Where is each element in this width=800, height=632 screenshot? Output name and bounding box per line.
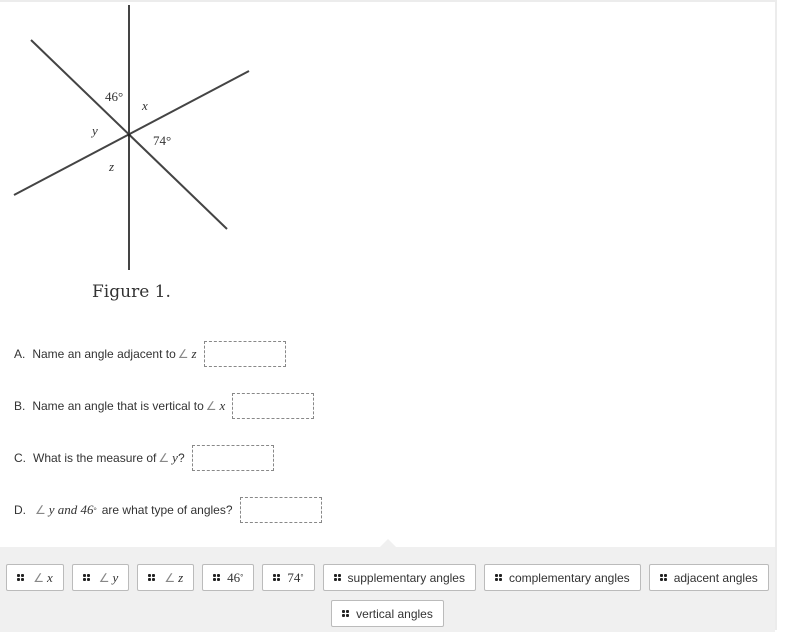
drag-handle-icon — [148, 574, 156, 581]
choice-46-degrees[interactable]: 46 ° — [202, 564, 255, 591]
choice-74-degrees[interactable]: 74 ° — [262, 564, 315, 591]
choice-label: 74 — [287, 569, 301, 585]
answer-dropzone-a[interactable] — [203, 341, 286, 367]
choice-supplementary-angles[interactable]: supplementary angles — [322, 564, 476, 591]
choice-label: y — [112, 569, 119, 585]
drag-handle-icon — [17, 574, 25, 581]
question-letter: B. — [14, 399, 26, 413]
figure-caption: Figure 1. — [92, 282, 171, 302]
choice-label: z — [178, 569, 184, 585]
choice-angle-y[interactable]: ∠ y — [71, 564, 130, 591]
tray-pointer — [380, 539, 396, 547]
label-74-degrees: 74° — [153, 133, 172, 148]
answer-dropzone-b[interactable] — [232, 393, 315, 419]
choice-angle-z[interactable]: ∠ z — [137, 564, 195, 591]
label-y: y — [92, 123, 98, 138]
angle-symbol: ∠ — [35, 503, 46, 517]
choice-label: vertical angles — [356, 606, 433, 621]
question-d: D. ∠ y and 46 ° are what type of angles? — [14, 497, 322, 523]
intersection-point — [127, 133, 131, 137]
diagonal-line-ascending — [13, 70, 250, 196]
drag-handle-icon — [273, 574, 281, 581]
answer-dropzone-d[interactable] — [239, 497, 322, 523]
question-text: are what type of angles? — [101, 503, 233, 517]
angle-variable: z — [191, 346, 197, 361]
math-expression: y and 46 — [48, 502, 94, 517]
question-text: Name an angle adjacent to — [32, 347, 176, 361]
label-z: z — [109, 159, 115, 174]
degree-symbol: ° — [93, 505, 97, 515]
angle-symbol: ∠ — [158, 451, 170, 465]
choice-label: adjacent angles — [673, 570, 758, 585]
drag-handle-icon — [333, 574, 341, 581]
choice-angle-x[interactable]: ∠ x — [6, 564, 64, 591]
degree-symbol: ° — [300, 573, 304, 582]
drag-handle-icon — [213, 574, 221, 581]
angle-symbol: ∠ — [98, 570, 110, 585]
degree-symbol: ° — [240, 573, 244, 582]
choice-label: complementary angles — [508, 570, 630, 585]
question-text: What is the measure of — [33, 451, 157, 465]
choice-label: x — [46, 569, 53, 585]
angle-symbol: ∠ — [177, 347, 189, 361]
choice-adjacent-angles[interactable]: adjacent angles — [648, 564, 769, 591]
question-b: B. Name an angle that is vertical to ∠ x — [14, 393, 315, 419]
answer-dropzone-c[interactable] — [191, 445, 274, 471]
question-letter: A. — [14, 347, 26, 361]
intersecting-lines-diagram — [13, 5, 250, 270]
label-x: x — [142, 98, 148, 113]
question-text: Name an angle that is vertical to — [32, 399, 204, 413]
drag-handle-icon — [342, 610, 350, 617]
question-page: 46° x y 74° z Figure 1. A. Name an angle… — [0, 0, 777, 632]
angle-symbol: ∠ — [205, 399, 217, 413]
answer-choices-tray: ∠ x ∠ y ∠ z 46 ° 74 ° supplementary angl… — [0, 547, 775, 632]
question-suffix: ? — [177, 451, 185, 465]
angle-symbol: ∠ — [33, 570, 44, 585]
question-letter: C. — [14, 451, 26, 465]
choice-vertical-angles[interactable]: vertical angles — [331, 600, 444, 627]
choice-label: supplementary angles — [347, 570, 465, 585]
question-c: C. What is the measure of ∠ y ? — [14, 445, 274, 471]
choice-label: 46 — [227, 569, 241, 585]
choice-complementary-angles[interactable]: complementary angles — [483, 564, 641, 591]
choices-row-2: vertical angles — [0, 600, 775, 627]
choices-row-1: ∠ x ∠ y ∠ z 46 ° 74 ° supplementary angl… — [0, 564, 775, 591]
drag-handle-icon — [82, 574, 90, 581]
label-46-degrees: 46° — [105, 89, 124, 104]
angle-symbol: ∠ — [164, 570, 176, 585]
drag-handle-icon — [659, 574, 667, 581]
question-a: A. Name an angle adjacent to ∠ z — [14, 341, 286, 367]
question-letter: D. — [14, 503, 26, 517]
figure-1: 46° x y 74° z Figure 1. — [0, 2, 280, 312]
drag-handle-icon — [494, 574, 502, 581]
angle-variable: x — [219, 398, 226, 413]
